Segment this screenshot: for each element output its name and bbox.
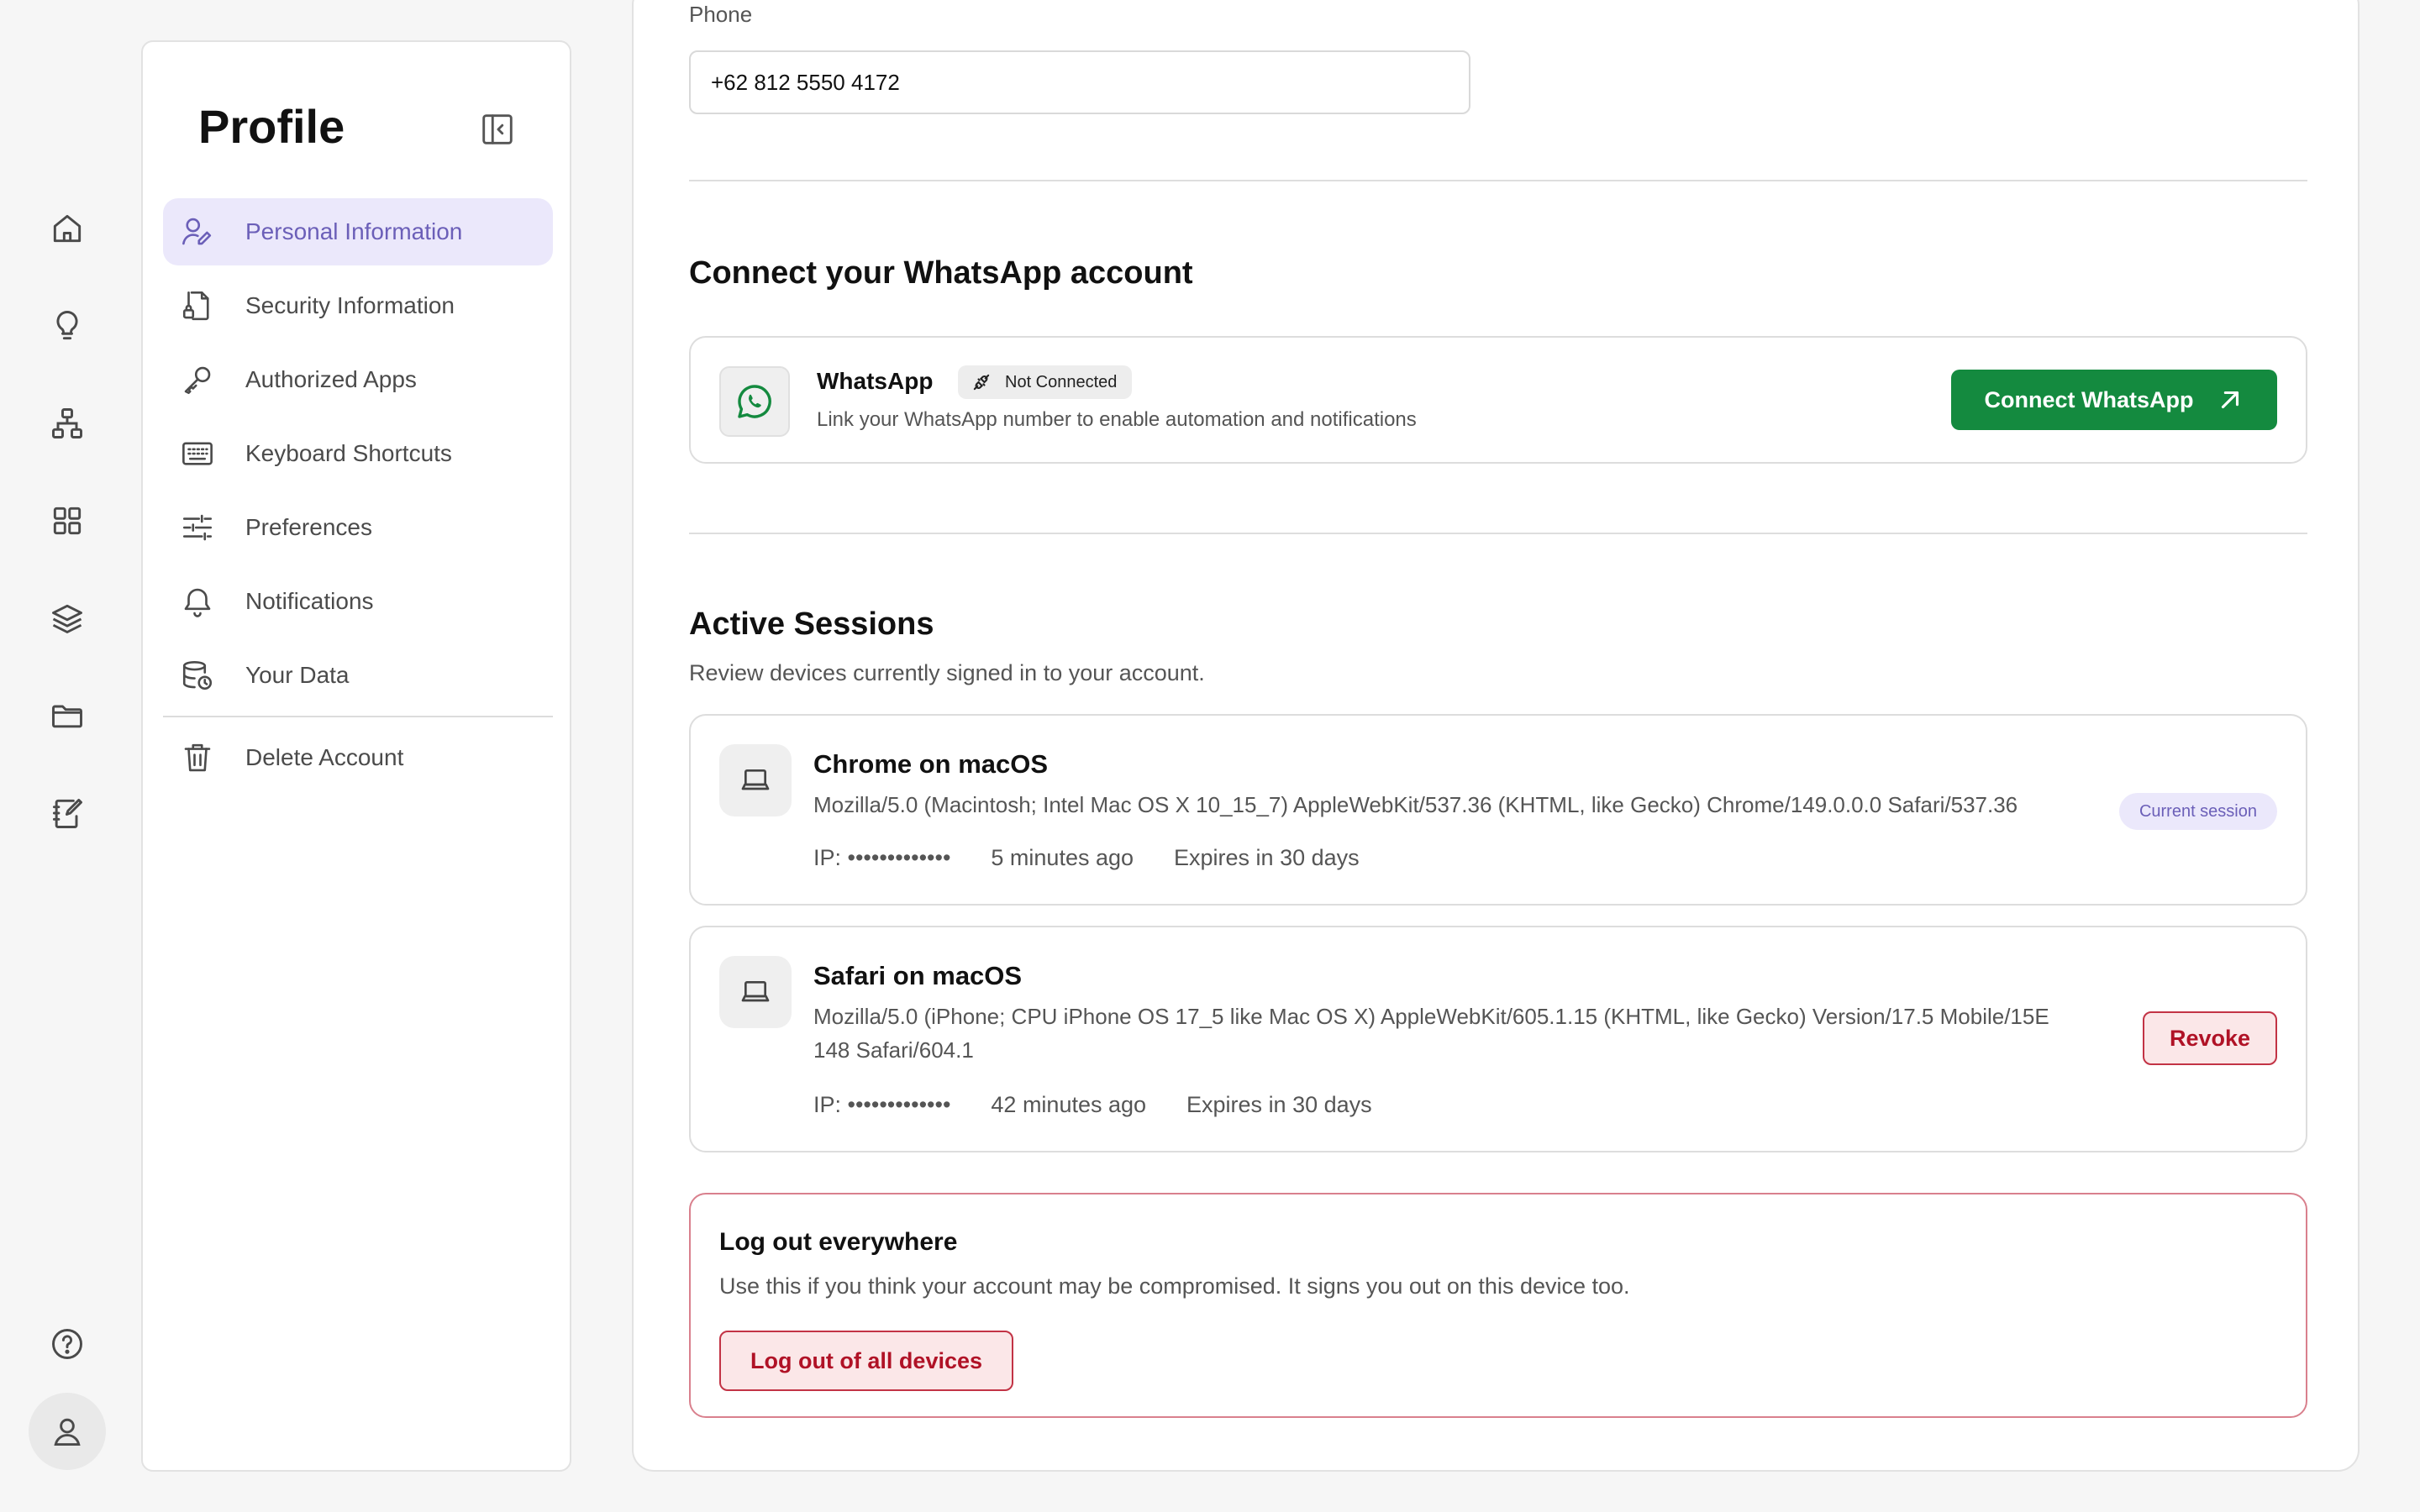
session-last-active: 42 minutes ago	[991, 1092, 1147, 1117]
phone-input[interactable]	[689, 50, 1470, 114]
user-icon[interactable]	[29, 1393, 106, 1470]
nav-item-label: Security Information	[245, 292, 455, 318]
bell-icon	[184, 588, 211, 617]
nav-item-notifications[interactable]: Notifications	[163, 568, 553, 635]
sessions-title: Active Sessions	[689, 606, 934, 642]
keyboard-icon	[182, 442, 213, 465]
home-icon[interactable]	[29, 190, 106, 267]
icon-rail	[0, 0, 134, 1512]
session-ip: IP: •••••••••••••	[813, 845, 951, 870]
help-icon[interactable]	[29, 1305, 106, 1383]
key-icon	[184, 366, 211, 395]
section-divider	[689, 180, 2307, 181]
session-ip: IP: •••••••••••••	[813, 1092, 951, 1117]
session-card: Chrome on macOS Mozilla/5.0 (Macintosh; …	[689, 714, 2307, 906]
profile-nav-panel: Profile Personal Information Security In…	[141, 40, 571, 1472]
whatsapp-name: WhatsApp	[817, 368, 934, 394]
session-title: Chrome on macOS	[813, 749, 1049, 779]
grid-icon[interactable]	[29, 482, 106, 559]
whatsapp-logo-icon	[719, 366, 790, 437]
user-edit-icon	[182, 218, 212, 245]
logout-all-devices-button[interactable]: Log out of all devices	[719, 1331, 1013, 1391]
nav-item-your-data[interactable]: Your Data	[163, 642, 553, 709]
whatsapp-status-text: Not Connected	[1005, 372, 1118, 391]
whatsapp-description: Link your WhatsApp number to enable auto…	[817, 408, 1417, 431]
section-divider	[689, 533, 2307, 534]
nav-item-label: Notifications	[245, 588, 374, 614]
nav-list: Personal Information Security Informatio…	[163, 198, 553, 798]
nav-item-label: Keyboard Shortcuts	[245, 440, 452, 466]
session-title: Safari on macOS	[813, 961, 1023, 990]
sessions-subtitle: Review devices currently signed in to yo…	[689, 660, 1205, 685]
logout-everywhere-title: Log out everywhere	[719, 1228, 958, 1256]
nav-item-keyboard-shortcuts[interactable]: Keyboard Shortcuts	[163, 420, 553, 487]
sliders-icon	[182, 514, 213, 541]
laptop-icon	[719, 744, 792, 816]
nav-item-security-information[interactable]: Security Information	[163, 272, 553, 339]
logout-everywhere-description: Use this if you think your account may b…	[719, 1273, 1630, 1299]
nav-title: Profile	[198, 100, 345, 153]
nav-item-label: Authorized Apps	[245, 366, 417, 392]
notebook-edit-icon[interactable]	[29, 774, 106, 852]
hierarchy-icon[interactable]	[29, 385, 106, 462]
session-expires: Expires in 30 days	[1174, 845, 1360, 870]
nav-item-authorized-apps[interactable]: Authorized Apps	[163, 346, 553, 413]
database-icon	[182, 660, 213, 690]
session-last-active: 5 minutes ago	[991, 845, 1134, 870]
logout-everywhere-card: Log out everywhere Use this if you think…	[689, 1193, 2307, 1418]
arrow-up-right-icon	[2221, 391, 2238, 409]
folder-icon[interactable]	[29, 677, 106, 754]
nav-item-label: Your Data	[245, 662, 350, 688]
connect-whatsapp-button[interactable]: Connect WhatsApp	[1951, 370, 2277, 430]
whatsapp-section-title: Connect your WhatsApp account	[689, 255, 1193, 291]
nav-item-personal-information[interactable]: Personal Information	[163, 198, 553, 265]
nav-item-label: Delete Account	[245, 744, 404, 770]
nav-item-delete-account[interactable]: Delete Account	[163, 724, 553, 791]
phone-label: Phone	[689, 2, 753, 27]
current-session-badge: Current session	[2118, 793, 2277, 830]
session-user-agent-line2: 148 Safari/604.1	[813, 1037, 974, 1063]
nav-item-label: Personal Information	[245, 218, 463, 244]
whatsapp-status-badge: Not Connected	[958, 365, 1133, 399]
nav-divider	[163, 716, 553, 717]
session-user-agent: Mozilla/5.0 (Macintosh; Intel Mac OS X 1…	[813, 792, 2018, 817]
session-expires: Expires in 30 days	[1186, 1092, 1372, 1117]
revoke-session-button[interactable]: Revoke	[2143, 1011, 2277, 1065]
unplug-icon	[973, 374, 990, 391]
layers-icon[interactable]	[29, 580, 106, 657]
whatsapp-card: WhatsApp Not Connected Link your WhatsAp…	[689, 336, 2307, 464]
session-user-agent-line1: Mozilla/5.0 (iPhone; CPU iPhone OS 17_5 …	[813, 1004, 2049, 1029]
trash-icon	[184, 743, 211, 772]
laptop-icon	[719, 956, 792, 1028]
main-panel: Phone Connect your WhatsApp account What…	[632, 0, 2360, 1472]
session-card: Safari on macOS Mozilla/5.0 (iPhone; CPU…	[689, 926, 2307, 1152]
nav-item-label: Preferences	[245, 514, 372, 540]
connect-whatsapp-label: Connect WhatsApp	[1984, 386, 2194, 412]
file-lock-icon	[182, 291, 209, 321]
collapse-sidebar-icon[interactable]	[476, 108, 519, 151]
session-meta: IP: ••••••••••••• 42 minutes ago Expires…	[813, 1092, 1413, 1118]
lightbulb-icon[interactable]	[29, 287, 106, 365]
nav-item-preferences[interactable]: Preferences	[163, 494, 553, 561]
session-meta: IP: ••••••••••••• 5 minutes ago Expires …	[813, 845, 1400, 871]
